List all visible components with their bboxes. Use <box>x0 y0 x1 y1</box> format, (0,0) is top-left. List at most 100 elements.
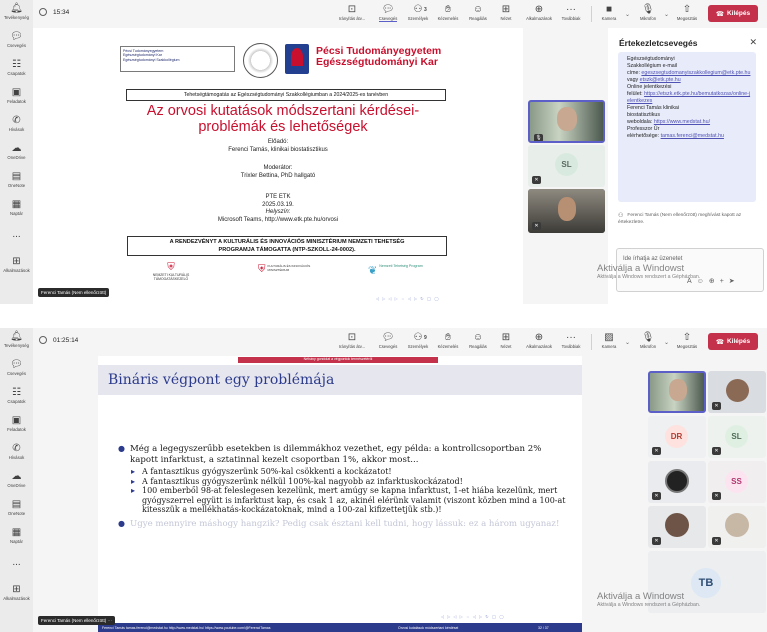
chat-message: Egészségtudományi Szakkollégium e-mail c… <box>618 52 756 202</box>
take-control-button[interactable]: ⊡ Irányítás átv... <box>335 331 369 349</box>
program-box: Tehetségtámogatás az Egészségtudományi S… <box>126 89 446 101</box>
phone-icon: ✆ <box>12 115 21 126</box>
email-link[interactable]: etszk@etk.pte.hu <box>640 77 681 83</box>
add-icon[interactable]: + <box>720 278 729 285</box>
chevron-down-icon[interactable]: ⌄ <box>664 339 669 346</box>
camera-button[interactable]: ■ Kamera <box>592 3 626 21</box>
video-tile-participant[interactable]: ✕ <box>648 506 706 548</box>
profile-photo <box>725 513 749 537</box>
leave-button[interactable]: ☎ Kilépés <box>708 5 758 22</box>
apps-button[interactable]: ⊕ Alkalmazások <box>522 331 556 349</box>
view-button[interactable]: ⊞ Nézet <box>489 331 523 349</box>
rail-onenote[interactable]: ▤ OneNote <box>0 171 33 189</box>
chevron-down-icon[interactable]: ⌄ <box>625 11 630 18</box>
teams-icon: ☷ <box>12 387 21 398</box>
email-link[interactable]: egeszsegtudomanyiszakkollegium@etk.pte.h… <box>641 70 750 76</box>
message-input[interactable]: Ide írhatja az üzenetet <box>623 256 682 262</box>
web-link[interactable]: https://www.medstat.hu/ <box>654 119 710 125</box>
sub-bullet-item: 100 emberből 98-at feleslegesen kezelünk… <box>118 486 570 515</box>
slide-navigation[interactable]: ◁ ▷ ◁ ▷ ⇔ ◁ ▷ ↻ ◯ ◯ <box>376 296 440 301</box>
share-button[interactable]: ⇧ Megosztás <box>670 3 704 21</box>
people-button[interactable]: ⚇ 9 Személyek <box>401 331 435 349</box>
coat-of-arms-icon: ⛨ <box>167 262 175 273</box>
video-tile-participant[interactable]: ✕ <box>708 371 766 413</box>
place: Microsoft Teams, http://www.etk.pte.hu/o… <box>217 216 339 223</box>
video-tile-participant[interactable]: ✕ <box>648 461 706 503</box>
message-line: elérhetősége: tamas.ferenci@medstat.hu <box>627 133 752 140</box>
more-button[interactable]: ··· Továbbiak <box>554 3 588 21</box>
mic-button[interactable]: 🎙︎ Mikrofon <box>631 3 665 21</box>
video-tile-participant[interactable]: ✕ <box>708 506 766 548</box>
camera-off-icon: ▨ <box>604 332 614 343</box>
slide-navigation[interactable]: ◁ ▷ ◁ ▷ ⇔ ◁ ▷ ↻ ◯ ◯ <box>441 614 505 619</box>
chat-icon: 💬︎ <box>10 359 23 370</box>
rail-teams[interactable]: ☷ Csapatok <box>0 387 33 405</box>
email-link[interactable]: tamas.ferenci@medstat.hu <box>661 133 724 139</box>
shared-slide: Pécsi Tudományegyetem Egészségtudományi … <box>33 28 523 304</box>
rail-onenote[interactable]: ▤ OneNote <box>0 499 33 517</box>
chevron-down-icon[interactable]: ⌄ <box>625 339 630 346</box>
video-tile-participant[interactable]: ✕ <box>528 189 605 233</box>
rail-apps[interactable]: ⊞ Alkalmazások <box>0 584 33 602</box>
page-number: 32 / 37 <box>538 625 549 630</box>
rail-activity[interactable]: 🔔︎ Tevékenység <box>0 331 33 349</box>
more-button[interactable]: ··· Továbbiak <box>554 331 588 349</box>
presenter-name: Ferenci Tamás, klinikai biostatisztikus <box>228 146 328 153</box>
tasks-icon: ▣ <box>11 415 22 426</box>
rail-chat[interactable]: 💬︎ Csevegés <box>0 359 33 377</box>
logo-caption: NEMZETI KULTURÁLIS TÁMOGATÁSKEZELŐ <box>152 273 190 281</box>
raise-hand-button[interactable]: ✋︎ Kézemelés <box>431 331 465 349</box>
watermark-line: Aktiválja a Windowst <box>597 591 685 602</box>
mic-button[interactable]: 🎙︎ Mikrofon <box>631 331 665 349</box>
rail-more[interactable]: ... <box>0 229 33 241</box>
video-tile-participant[interactable]: SS ✕ <box>708 461 766 503</box>
rail-calls[interactable]: ✆ Hívások <box>0 115 33 133</box>
avatar-initials: SL <box>561 160 572 169</box>
rail-chat[interactable]: 💬︎ Csevegés <box>0 31 33 49</box>
message-text: elérhetősége: <box>627 133 661 139</box>
rail-tasks[interactable]: ▣ Feladatok <box>0 87 33 105</box>
message-text: címe: <box>627 70 642 76</box>
rail-calendar[interactable]: ▦ Naptár <box>0 199 33 217</box>
rail-calls[interactable]: ✆ Hívások <box>0 443 33 461</box>
rail-more[interactable]: ... <box>0 557 33 569</box>
attach-icon[interactable]: ⊕ <box>709 278 720 285</box>
raise-hand-button[interactable]: ✋︎ Kézemelés <box>431 3 465 21</box>
chat-button[interactable]: 💬︎ Csevegés <box>371 3 405 22</box>
more-icon[interactable]: ··· <box>107 618 112 623</box>
meeting-timer: 15:34 <box>39 8 69 16</box>
video-tile-participant[interactable]: SL ✕ <box>708 416 766 458</box>
leave-button[interactable]: ☎ Kilépés <box>708 333 758 350</box>
rail-tasks[interactable]: ▣ Feladatok <box>0 415 33 433</box>
rail-calendar[interactable]: ▦ Naptár <box>0 527 33 545</box>
send-icon[interactable]: ➤ <box>729 278 740 285</box>
camera-button[interactable]: ▨ Kamera <box>592 331 626 349</box>
video-tile-participant[interactable]: SL ✕ <box>528 145 605 187</box>
message-text: vagy <box>627 77 640 83</box>
view-button[interactable]: ⊞ Nézet <box>489 3 523 21</box>
apps-button[interactable]: ⊕ Alkalmazások <box>522 3 556 21</box>
grid-icon: ⊞ <box>501 4 511 15</box>
web-link[interactable]: https://etszk.etk.pte.hu/bemutatkozas/on… <box>627 91 750 104</box>
video-tile-participant[interactable]: DR ✕ <box>648 416 706 458</box>
share-button[interactable]: ⇧ Megosztás <box>670 331 704 349</box>
rail-onedrive[interactable]: ☁ OneDrive <box>0 143 33 161</box>
take-control-button[interactable]: ⊡ Irányítás átv... <box>335 3 369 21</box>
rail-teams[interactable]: ☷ Csapatok <box>0 59 33 77</box>
rail-activity[interactable]: 🔔︎ Tevékenység <box>0 3 33 21</box>
chevron-down-icon[interactable]: ⌄ <box>664 11 669 18</box>
avatar-initials: SL <box>731 432 742 441</box>
people-button[interactable]: ⚇ 3 Személyek <box>401 3 435 21</box>
close-icon[interactable]: ✕ <box>749 37 757 48</box>
video-tile-speaker[interactable]: 🎙︎ <box>528 100 605 143</box>
mic-off-icon: ✕ <box>712 402 721 410</box>
video-tile-speaker[interactable] <box>648 371 706 413</box>
rail-apps[interactable]: ⊞ Alkalmazások <box>0 256 33 274</box>
rail-onedrive[interactable]: ☁ OneDrive <box>0 471 33 489</box>
place-label: Helyszín: <box>265 209 291 215</box>
phone-hangup-icon: ☎ <box>715 338 724 346</box>
mic-off-icon: 🎙︎ <box>641 332 655 343</box>
phone-hangup-icon: ☎ <box>715 10 724 18</box>
avatar-initials: SS <box>731 477 742 486</box>
chat-button[interactable]: 💬︎ Csevegés <box>371 331 405 349</box>
